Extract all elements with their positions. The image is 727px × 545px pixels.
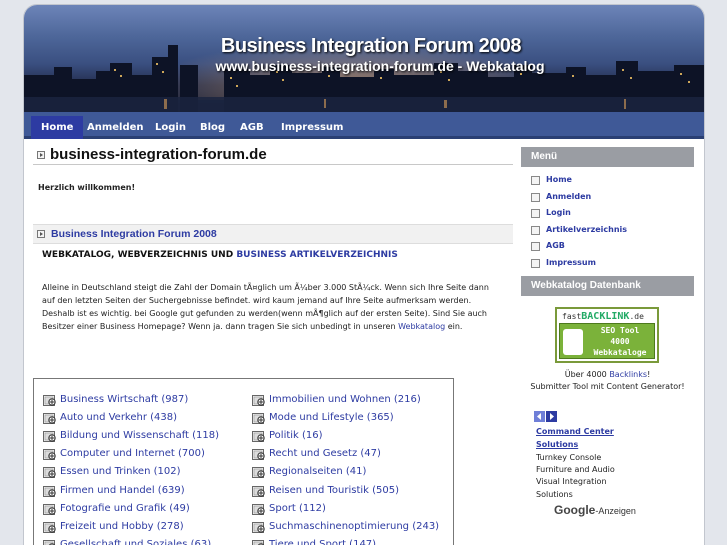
bullet-box-icon <box>531 192 540 202</box>
folder-add-icon <box>252 503 266 516</box>
ad-title-link-2[interactable]: Solutions <box>536 438 578 451</box>
sidebar-datenbank-heading: Webkatalog Datenbank <box>521 276 694 296</box>
category-label[interactable]: Freizeit und Hobby (278) <box>60 518 184 536</box>
arrow-bullet-icon <box>37 151 45 159</box>
ad-text-line: Furniture and Audio <box>536 465 615 475</box>
category-label[interactable]: Bildung und Wissenschaft (118) <box>60 427 219 445</box>
folder-add-icon <box>252 430 266 443</box>
paragraph-text: ein. <box>447 322 463 331</box>
google-logo: Google <box>554 503 596 517</box>
section-subheading: WEBKATALOG, WEBVERZEICHNIS UND BUSINESS … <box>42 250 398 260</box>
sidebar-menu-label[interactable]: Impressum <box>546 256 596 270</box>
promo-text-2: Submitter Tool mit Content Generator! <box>530 382 685 391</box>
intro-paragraph: Alleine in Deutschland steigt die Zahl d… <box>42 281 497 333</box>
category-label[interactable]: Essen und Trinken (102) <box>60 463 180 481</box>
subheading-link[interactable]: BUSINESS ARTIKELVERZEICHNIS <box>236 250 398 260</box>
category-label[interactable]: Fotografie und Grafik (49) <box>60 500 190 518</box>
bullet-box-icon <box>531 176 540 185</box>
mouse-icon <box>563 329 583 355</box>
folder-add-icon <box>43 430 57 443</box>
banner-panel: SEO Tool 4000 Webkataloge <box>559 323 655 359</box>
folder-add-icon <box>252 521 266 534</box>
sidebar-menu-heading: Menü <box>521 147 694 167</box>
ad-text-line: Solutions <box>536 489 573 499</box>
nav-impressum[interactable]: Impressum <box>281 116 343 139</box>
page-container: Business Integration Forum 2008 www.busi… <box>23 4 705 545</box>
folder-add-icon <box>252 485 266 498</box>
webkatalog-link[interactable]: Webkatalog <box>398 322 445 331</box>
category-label[interactable]: Immobilien und Wohnen (216) <box>269 391 421 409</box>
bullet-box-icon <box>531 209 540 219</box>
paragraph-line: Besitzer einer Business Homepage? Wenn j… <box>42 320 497 333</box>
banner-brand: fastBACKLINK.de <box>562 311 644 322</box>
paragraph-line: Alleine in Deutschland steigt die Zahl d… <box>42 283 489 292</box>
category-label[interactable]: Gesellschaft und Soziales (63) <box>60 536 211 545</box>
nav-login[interactable]: Login <box>155 116 186 139</box>
paragraph-line: auf den letzten Seiten der Suchergebniss… <box>42 296 472 305</box>
arrow-bullet-icon <box>37 230 45 238</box>
nav-blog[interactable]: Blog <box>200 116 225 139</box>
ad-prev-icon[interactable] <box>534 411 545 422</box>
sidebar-menu-label[interactable]: Home <box>546 173 572 187</box>
folder-add-icon <box>252 412 266 425</box>
promo-text: Über 4000 Backlinks! <box>564 370 651 379</box>
page-title-bar: business-integration-forum.de <box>33 145 513 165</box>
category-label[interactable]: Mode und Lifestyle (365) <box>269 409 394 427</box>
ad-text-line: Turnkey Console <box>536 453 602 462</box>
google-ads-label[interactable]: Google-Anzeigen <box>554 503 636 517</box>
category-label[interactable]: Politik (16) <box>269 427 323 445</box>
category-label[interactable]: Reisen und Touristik (505) <box>269 482 399 500</box>
folder-add-icon <box>43 412 57 425</box>
nav-agb[interactable]: AGB <box>240 116 264 139</box>
folder-add-icon <box>252 394 266 407</box>
folder-add-icon <box>43 394 57 407</box>
banner-text: SEO Tool 4000 Webkataloge <box>593 326 647 357</box>
ad-nav-arrows <box>534 411 558 425</box>
nav-anmelden[interactable]: Anmelden <box>87 116 144 139</box>
folder-add-icon <box>43 448 57 461</box>
welcome-text: Herzlich willkommen! <box>38 183 136 192</box>
category-label[interactable]: Regionalseiten (41) <box>269 463 366 481</box>
category-label[interactable]: Computer und Internet (700) <box>60 445 205 463</box>
section-title[interactable]: Business Integration Forum 2008 <box>51 228 217 240</box>
folder-add-icon <box>43 503 57 516</box>
folder-add-icon <box>252 448 266 461</box>
page-title: business-integration-forum.de <box>50 146 267 163</box>
folder-add-icon <box>43 539 57 545</box>
ad-next-icon[interactable] <box>546 411 557 422</box>
sidebar-menu-label[interactable]: Login <box>546 206 571 220</box>
paragraph-text: Besitzer einer Business Homepage? Wenn j… <box>42 322 396 331</box>
category-label[interactable]: Tiere und Sport (147) <box>269 536 376 545</box>
folder-add-icon <box>252 539 266 545</box>
bullet-box-icon <box>531 259 540 268</box>
folder-add-icon <box>252 466 266 479</box>
bullet-box-icon <box>531 242 540 252</box>
sidebar-menu-label[interactable]: Anmelden <box>546 190 591 204</box>
ad-text-line: Visual Integration <box>536 477 607 487</box>
category-label[interactable]: Recht und Gesetz (47) <box>269 445 381 463</box>
site-title: Business Integration Forum 2008 <box>220 35 522 57</box>
section-title-bar: Business Integration Forum 2008 <box>33 224 513 244</box>
header-banner: Business Integration Forum 2008 www.busi… <box>24 5 704 112</box>
category-label[interactable]: Auto und Verkehr (438) <box>60 409 177 427</box>
subheading-text: WEBKATALOG, WEBVERZEICHNIS UND <box>42 250 234 260</box>
category-label[interactable]: Business Wirtschaft (987) <box>60 391 188 409</box>
bullet-box-icon <box>531 225 540 235</box>
fastbacklink-banner[interactable]: fastBACKLINK.de SEO Tool 4000 Webkatalog… <box>555 307 659 363</box>
backlinks-link[interactable]: Backlinks <box>609 370 647 379</box>
ad-title-link[interactable]: Command Center <box>536 425 614 438</box>
category-label[interactable]: Sport (112) <box>269 500 326 518</box>
category-box: Business Wirtschaft (987) Auto und Verkeh… <box>33 378 454 545</box>
category-label[interactable]: Suchmaschinenoptimierung (243) <box>269 518 439 536</box>
category-label[interactable]: Firmen und Handel (639) <box>60 482 185 500</box>
sidebar-menu-label[interactable]: AGB <box>546 239 565 253</box>
folder-add-icon <box>43 485 57 498</box>
site-subtitle: www.business-integration-forum.de - Webk… <box>215 58 545 74</box>
paragraph-line: Deshalb ist es wichtig. bei Google gut g… <box>42 309 488 318</box>
folder-add-icon <box>43 466 57 479</box>
top-navigation: Home Anmelden Login Blog AGB Impressum <box>24 112 704 139</box>
nav-home[interactable]: Home <box>31 116 84 139</box>
sidebar-menu-label[interactable]: Artikelverzeichnis <box>546 223 627 237</box>
folder-add-icon <box>43 521 57 534</box>
